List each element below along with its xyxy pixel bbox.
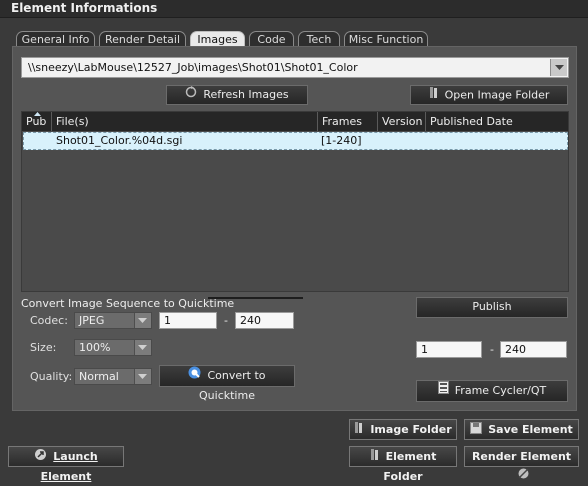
cell-version (381, 133, 427, 149)
cell-frames: [1-240] (321, 134, 362, 147)
tab-images[interactable]: Images (190, 31, 245, 47)
size-select[interactable]: 100% (74, 339, 152, 356)
image-folder-label: Image Folder (370, 423, 452, 436)
folder-icon (354, 421, 364, 440)
column-frames[interactable]: Frames (318, 112, 378, 131)
column-pub[interactable]: Pub (22, 112, 52, 131)
sort-arrow-icon (34, 112, 41, 116)
refresh-images-button[interactable]: Refresh Images (166, 85, 308, 105)
element-folder-button[interactable]: Element Folder (349, 446, 457, 483)
publish-start-frame-input[interactable]: 1 (416, 341, 482, 358)
section-divider (208, 297, 303, 299)
frame-cycler-icon (437, 381, 449, 401)
tab-render-detail[interactable]: Render Detail (99, 31, 186, 47)
cell-file: Shot01_Color.%04d.sgi (56, 134, 183, 147)
quality-value: Normal (79, 370, 119, 383)
codec-select[interactable]: JPEG (74, 312, 152, 329)
size-value: 100% (79, 341, 111, 354)
quicktime-icon (188, 366, 201, 386)
launch-icon (34, 448, 47, 467)
table-row[interactable]: Shot01_Color.%04d.sgi [1-240] (23, 132, 568, 150)
qt-end-frame-input[interactable]: 240 (235, 312, 294, 329)
chevron-down-icon[interactable] (550, 59, 567, 76)
tab-general-info[interactable]: General Info (16, 31, 95, 47)
codec-value: JPEG (79, 314, 105, 327)
qt-range-dash: - (224, 314, 228, 327)
tab-misc-function[interactable]: Misc Function (344, 31, 428, 47)
convert-to-quicktime-button[interactable]: Convert to Quicktime (159, 365, 295, 402)
table-header: Pub File(s) Frames Version Published Dat… (22, 112, 568, 131)
refresh-icon (185, 86, 197, 104)
launch-element-button[interactable]: Launch Element (8, 446, 124, 483)
cell-pub (24, 133, 53, 149)
folder-icon (429, 86, 439, 105)
size-label: Size: (30, 341, 57, 354)
column-files[interactable]: File(s) (52, 112, 318, 131)
render-icon (517, 467, 530, 486)
open-image-folder-button[interactable]: Open Image Folder (410, 85, 568, 105)
chevron-down-icon (134, 313, 151, 328)
frame-cycler-button[interactable]: Frame Cycler/QT (416, 380, 568, 402)
images-table: Pub File(s) Frames Version Published Dat… (21, 111, 569, 292)
image-folder-button[interactable]: Image Folder (349, 419, 457, 440)
column-published-date[interactable]: Published Date (426, 112, 568, 131)
save-element-label: Save Element (488, 423, 573, 436)
folder-icon (370, 448, 380, 467)
cell-published-date (429, 133, 569, 149)
publish-range-dash: - (490, 343, 494, 356)
save-element-button[interactable]: Save Element (464, 419, 579, 440)
image-path-value: \\sneezy\LabMouse\12527_Job\images\Shot0… (28, 61, 358, 74)
publish-button[interactable]: Publish (416, 297, 568, 318)
image-path-dropdown[interactable]: \\sneezy\LabMouse\12527_Job\images\Shot0… (21, 57, 569, 78)
tab-code[interactable]: Code (249, 31, 294, 47)
save-icon (470, 421, 483, 440)
quality-label: Quality: (30, 370, 73, 383)
element-folder-label: Element Folder (383, 450, 437, 483)
qt-start-frame-input[interactable]: 1 (159, 312, 217, 329)
open-image-folder-label: Open Image Folder (444, 88, 550, 102)
publish-end-frame-input[interactable]: 240 (500, 341, 567, 358)
frame-cycler-label: Frame Cycler/QT (454, 384, 547, 397)
quality-select[interactable]: Normal (74, 368, 152, 385)
chevron-down-icon (134, 340, 151, 355)
chevron-down-icon (134, 369, 151, 384)
window-title: Element Informations (11, 1, 158, 15)
render-element-label: Render Element (471, 450, 572, 463)
codec-label: Codec: (30, 314, 68, 327)
quicktime-section-title: Convert Image Sequence to Quicktime (21, 297, 235, 310)
column-version[interactable]: Version (378, 112, 426, 131)
refresh-images-label: Refresh Images (203, 88, 289, 101)
render-element-button[interactable]: Render Element (464, 446, 579, 479)
tab-tech[interactable]: Tech (298, 31, 340, 47)
launch-element-label: Launch Element (40, 450, 98, 483)
